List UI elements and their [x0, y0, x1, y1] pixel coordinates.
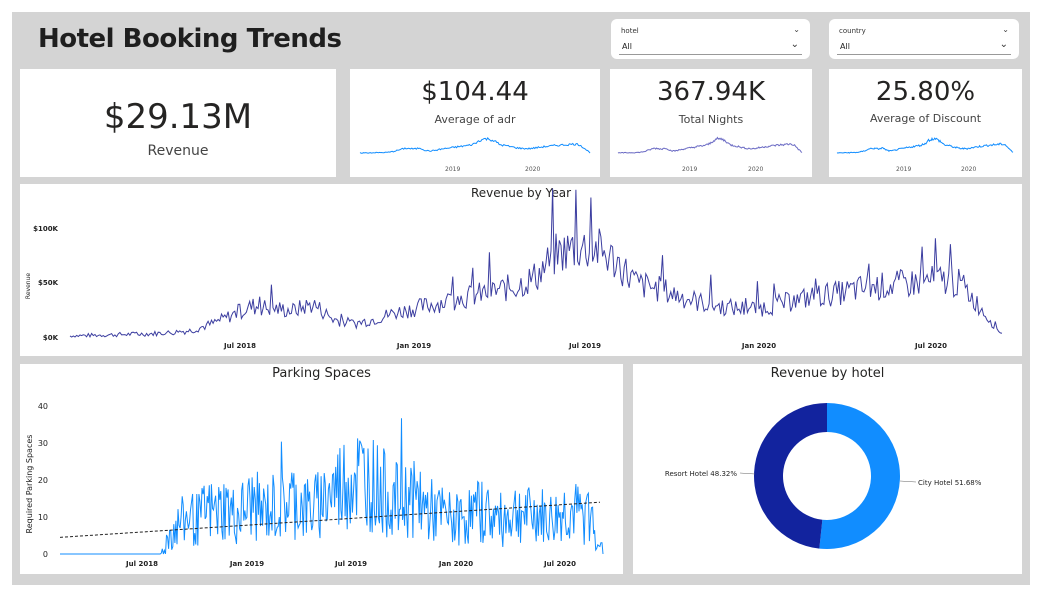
nights-sparkline-line: [617, 136, 803, 154]
kpi-card-revenue[interactable]: $29.13M Revenue: [20, 69, 336, 177]
parking-y-tick-10: 10: [38, 513, 48, 522]
kpi-label-revenue: Revenue: [147, 143, 209, 159]
parking-x-tick-jan2019: Jan 2019: [229, 560, 264, 568]
parking-x-tick-jul2020: Jul 2020: [543, 560, 576, 568]
page-title: Hotel Booking Trends: [38, 24, 342, 54]
nights-tick-2020: 2020: [748, 166, 763, 173]
revenue-series-line[interactable]: [69, 188, 1003, 339]
kpi-value-discount: 25.80%: [875, 77, 976, 107]
hotel-slicer-label: hotel: [621, 27, 639, 35]
revenue-by-hotel-card[interactable]: Revenue by hotel City Hotel 51.68% Resor…: [633, 364, 1022, 574]
kpi-card-discount[interactable]: 25.80% Average of Discount 2019 2020: [829, 69, 1022, 177]
kpi-value-nights: 367.94K: [656, 77, 766, 107]
adr-tick-2019: 2019: [445, 166, 460, 173]
revenue-y-tick-50k: $50K: [38, 279, 59, 287]
country-slicer[interactable]: country ⌄ All ⌄: [829, 19, 1019, 59]
kpi-value-adr: $104.44: [421, 77, 529, 107]
discount-tick-2020: 2020: [961, 166, 976, 173]
resort-hotel-leader-line: [739, 472, 756, 475]
revenue-x-tick-jan2020: Jan 2020: [741, 342, 776, 350]
parking-y-tick-30: 30: [38, 439, 48, 448]
kpi-card-adr[interactable]: $104.44 Average of adr 2019 2020: [350, 69, 600, 177]
discount-sparkline-line: [836, 137, 1014, 154]
revenue-y-tick-100k: $100K: [33, 225, 58, 233]
city-hotel-data-label: City Hotel 51.68%: [918, 479, 982, 487]
country-dropdown[interactable]: All ⌄: [837, 39, 1011, 55]
discount-tick-2019: 2019: [896, 166, 911, 173]
adr-tick-2020: 2020: [525, 166, 540, 173]
parking-x-tick-jul2018: Jul 2018: [125, 560, 158, 568]
chevron-down-icon[interactable]: ⌄: [793, 25, 800, 34]
parking-x-tick-jul2019: Jul 2019: [334, 560, 367, 568]
city-hotel-leader-line: [899, 480, 917, 483]
chevron-down-icon[interactable]: ⌄: [1000, 39, 1008, 50]
chevron-down-icon[interactable]: ⌄: [791, 39, 799, 50]
hotel-selected-value: All: [622, 42, 632, 51]
country-slicer-label: country: [839, 27, 866, 35]
parking-chart: Required Parking Spaces 40 30 20 10 0 Ju…: [25, 402, 604, 568]
revenue-chart: Revenue $100K $50K $0K Jul 2018 Jan 2019…: [25, 188, 1003, 350]
revenue-y-tick-0k: $0K: [43, 334, 59, 342]
adr-sparkline-line: [359, 137, 591, 154]
parking-y-tick-20: 20: [38, 476, 48, 485]
kpi-card-nights[interactable]: 367.94K Total Nights 2019 2020: [610, 69, 812, 177]
donut-slice-resort-hotel[interactable]: [754, 403, 827, 549]
kpi-value-revenue: $29.13M: [103, 97, 253, 137]
parking-y-axis-label: Required Parking Spaces: [25, 435, 34, 534]
parking-y-tick-0: 0: [43, 550, 48, 559]
revenue-x-tick-jul2020: Jul 2020: [914, 342, 947, 350]
nights-tick-2019: 2019: [682, 166, 697, 173]
parking-spaces-card[interactable]: Parking Spaces Required Parking Spaces 4…: [20, 364, 623, 574]
revenue-x-tick-jan2019: Jan 2019: [396, 342, 431, 350]
parking-series-line[interactable]: [60, 418, 604, 555]
parking-y-tick-40: 40: [38, 402, 48, 411]
donut-slice-city-hotel[interactable]: [819, 403, 901, 549]
parking-x-tick-jan2020: Jan 2020: [438, 560, 473, 568]
revenue-x-tick-jul2018: Jul 2018: [223, 342, 256, 350]
hotel-slicer[interactable]: hotel ⌄ All ⌄: [611, 19, 810, 59]
adr-sparkline: 2019 2020: [359, 137, 591, 173]
hotel-dropdown[interactable]: All ⌄: [619, 39, 802, 55]
revenue-by-hotel-donut: City Hotel 51.68% Resort Hotel 48.32%: [665, 403, 982, 549]
country-selected-value: All: [840, 42, 850, 51]
revenue-by-year-card[interactable]: Revenue by Year Revenue $100K $50K $0K J…: [20, 184, 1022, 356]
revenue-y-axis-label: Revenue: [25, 273, 32, 299]
nights-sparkline: 2019 2020: [617, 136, 803, 173]
chevron-down-icon[interactable]: ⌄: [1002, 25, 1009, 34]
kpi-label-discount: Average of Discount: [869, 112, 982, 125]
revenue-x-tick-jul2019: Jul 2019: [568, 342, 601, 350]
resort-hotel-data-label: Resort Hotel 48.32%: [665, 470, 737, 478]
discount-sparkline: 2019 2020: [836, 137, 1014, 173]
